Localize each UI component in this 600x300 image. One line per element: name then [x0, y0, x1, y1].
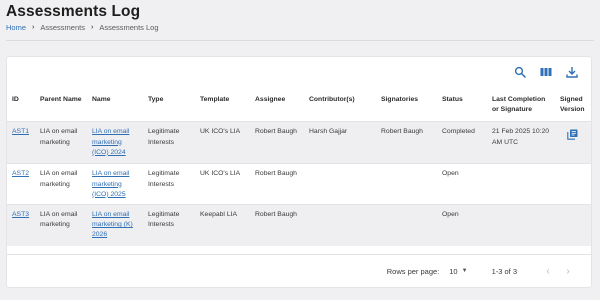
parent-name-cell: LIA on email marketing — [40, 210, 78, 229]
rows-per-page-label: Rows per page: — [386, 266, 440, 276]
signatories-cell: Robert Baugh — [381, 128, 423, 136]
parent-name-cell: LIA on email marketing — [40, 170, 78, 188]
signatories-cell — [376, 204, 437, 246]
columns-icon — [540, 68, 552, 76]
status-cell: Open — [442, 170, 459, 178]
type-cell: Legitimate Interests — [148, 128, 180, 146]
header-signed-version[interactable]: Signed Version — [555, 87, 591, 122]
download-button[interactable] — [565, 65, 579, 79]
assessment-name-link[interactable]: LIA on email marketing (ICO) 2024 — [92, 128, 129, 155]
signed-version-cell — [555, 204, 591, 246]
document-version-icon[interactable] — [567, 129, 578, 141]
download-icon — [566, 67, 578, 78]
table-row[interactable]: AST3 LIA on email marketing LIA on email… — [7, 204, 591, 247]
breadcrumb-assessments[interactable]: Assessments — [40, 23, 85, 32]
breadcrumb-separator-icon: › — [32, 24, 35, 31]
header-template[interactable]: Template — [195, 87, 250, 122]
header-id[interactable]: ID — [7, 87, 35, 122]
template-cell: UK ICO's LIA — [200, 128, 241, 136]
table-row[interactable]: AST1 LIA on email marketing LIA on email… — [7, 121, 591, 164]
page-title: Assessments Log — [6, 3, 141, 20]
contributors-cell — [304, 204, 376, 246]
table-toolbar — [513, 65, 579, 79]
table-pagination: Rows per page: 10 ▼ 1-3 of 3 ‹ › — [7, 254, 591, 287]
rows-per-page-value: 10 — [449, 266, 458, 276]
table-row[interactable]: AST2 LIA on email marketing LIA on email… — [7, 163, 591, 205]
contributors-cell: Harsh Gajjar — [309, 128, 348, 136]
breadcrumb-home-link[interactable]: Home — [6, 23, 26, 32]
assessment-name-link[interactable]: LIA on email marketing (ICO) 2025 — [92, 170, 129, 197]
header-type[interactable]: Type — [143, 87, 195, 122]
next-page-button[interactable]: › — [561, 264, 575, 278]
assessment-id-link[interactable]: AST1 — [12, 128, 29, 135]
assessments-table-card: ID Parent Name Name Type Template Assign… — [6, 56, 592, 288]
breadcrumb-separator-icon: › — [90, 24, 94, 31]
previous-page-button[interactable]: ‹ — [541, 264, 555, 278]
assignee-cell: Robert Baugh — [255, 170, 297, 178]
header-divider — [6, 40, 594, 41]
signatories-cell — [376, 164, 437, 205]
header-parent-name[interactable]: Parent Name — [35, 87, 87, 122]
header-status[interactable]: Status — [437, 87, 487, 122]
header-last-completion[interactable]: Last Completion or Signature — [487, 87, 555, 122]
assessment-id-link[interactable]: AST3 — [12, 211, 29, 218]
signed-version-cell — [555, 164, 591, 205]
header-name[interactable]: Name — [87, 87, 143, 122]
caret-down-icon: ▼ — [461, 268, 468, 274]
template-cell: Keepabl LIA — [200, 210, 238, 218]
header-signatories[interactable]: Signatories — [376, 87, 437, 122]
assignee-cell: Robert Baugh — [255, 128, 297, 136]
assessment-name-link[interactable]: LIA on email marketing (K) 2026 — [92, 211, 133, 238]
pagination-range: 1-3 of 3 — [491, 266, 517, 276]
last-completion-cell — [487, 204, 555, 246]
breadcrumb-current: Assessments Log — [99, 23, 159, 32]
assessment-id-link[interactable]: AST2 — [12, 170, 29, 177]
contributors-cell — [304, 164, 376, 205]
header-contributors[interactable]: Contributor(s) — [304, 87, 376, 122]
chevron-right-icon: › — [566, 265, 570, 277]
parent-name-cell: LIA on email marketing — [40, 128, 78, 146]
last-completion-cell — [487, 164, 555, 205]
columns-button[interactable] — [539, 65, 553, 79]
chevron-left-icon: ‹ — [546, 265, 550, 277]
type-cell: Legitimate Interests — [148, 170, 180, 188]
status-cell: Open — [442, 210, 459, 218]
search-icon — [514, 66, 526, 78]
header-assignee[interactable]: Assignee — [250, 87, 304, 122]
type-cell: Legitimate Interests — [148, 210, 180, 229]
breadcrumb: Home › Assessments › Assessments Log — [6, 23, 159, 32]
rows-per-page-select[interactable]: 10 ▼ — [449, 267, 467, 276]
assignee-cell: Robert Baugh — [255, 210, 297, 218]
search-button[interactable] — [513, 65, 527, 79]
template-cell: UK ICO's LIA — [200, 170, 241, 178]
table-header-row: ID Parent Name Name Type Template Assign… — [7, 87, 591, 122]
status-cell: Completed — [442, 128, 475, 136]
last-completion-cell: 21 Feb 2025 10:20 AM UTC — [492, 128, 550, 146]
assessments-table: ID Parent Name Name Type Template Assign… — [7, 87, 591, 247]
signed-version-cell — [555, 122, 591, 164]
